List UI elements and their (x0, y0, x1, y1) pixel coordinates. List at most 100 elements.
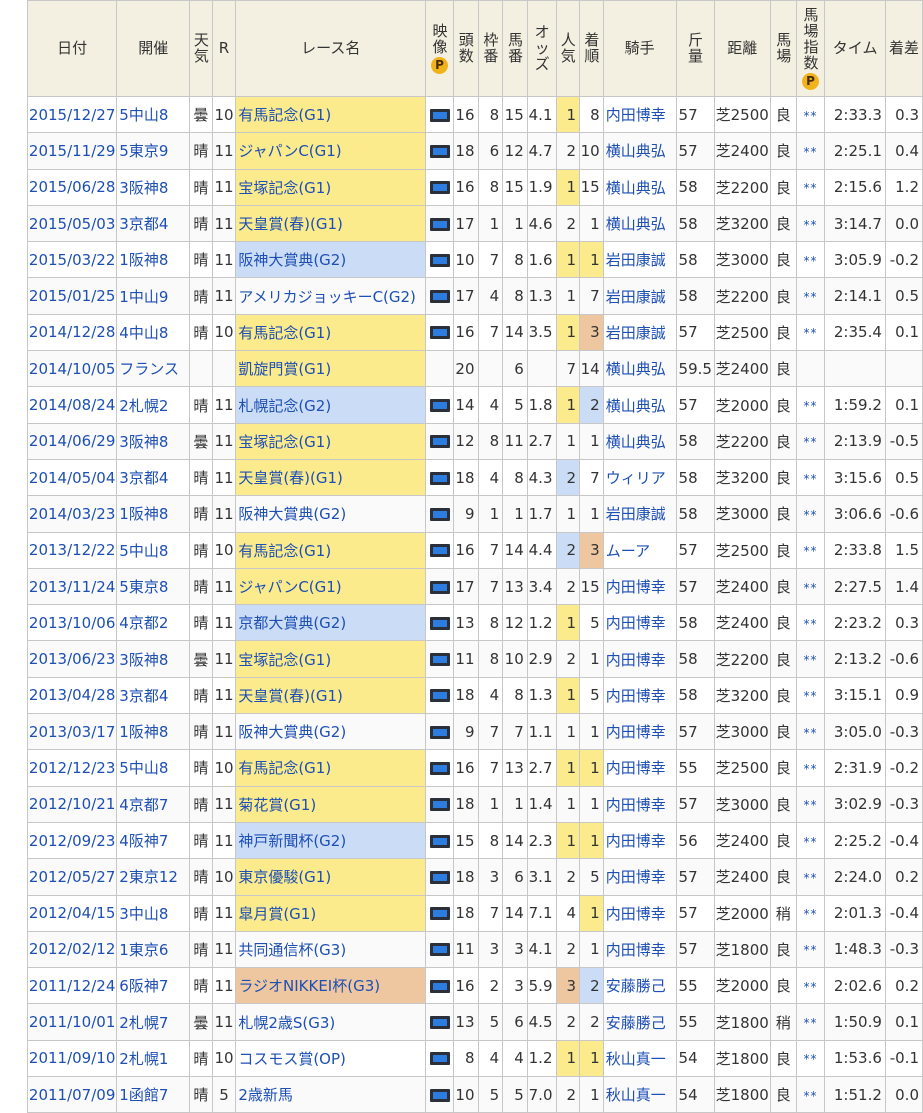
race-date-link[interactable]: 2013/04/28 (26, 676, 118, 715)
jockey-link[interactable]: 横山典弘 (602, 422, 677, 460)
jockey-link[interactable]: 岩田康誠 (602, 277, 677, 315)
race-date-link[interactable]: 2014/10/05 (26, 350, 118, 388)
venue-link[interactable]: 4京都7 (116, 785, 191, 823)
track-index-value[interactable]: ** (803, 943, 817, 957)
video-icon[interactable] (429, 326, 450, 340)
race-name-link[interactable]: 皐月賞(G1) (235, 894, 427, 932)
race-name-link[interactable]: 2歳新馬 (235, 1076, 427, 1113)
jockey-link[interactable]: ムーア (602, 531, 677, 569)
video-cell[interactable] (425, 930, 454, 969)
header-video[interactable]: 映像 P (425, 0, 454, 97)
track-index-value[interactable]: ** (803, 254, 817, 268)
track-index-value[interactable]: ** (803, 544, 817, 558)
venue-link[interactable]: 1函館7 (116, 1076, 191, 1113)
video-icon[interactable] (429, 1052, 450, 1066)
jockey-link[interactable]: 内田博幸 (602, 749, 677, 787)
jockey-link[interactable]: 内田博幸 (602, 676, 677, 715)
jockey-link[interactable]: 内田博幸 (602, 567, 677, 606)
video-icon[interactable] (429, 834, 450, 848)
video-cell[interactable] (425, 1003, 454, 1041)
race-name-link[interactable]: コスモス賞(OP) (235, 1039, 427, 1078)
race-date-link[interactable]: 2014/08/24 (26, 386, 118, 424)
video-icon[interactable] (429, 1016, 450, 1030)
track-index-value[interactable]: ** (803, 218, 817, 232)
video-cell[interactable] (425, 313, 454, 352)
jockey-link[interactable]: 内田博幸 (602, 604, 677, 642)
header-weight[interactable]: 斤量 (675, 0, 715, 97)
track-index-value[interactable]: ** (803, 980, 817, 994)
track-index-value[interactable]: ** (803, 181, 817, 195)
race-name-link[interactable]: 宝塚記念(G1) (235, 640, 427, 678)
race-date-link[interactable]: 2015/06/28 (26, 168, 118, 206)
race-date-link[interactable]: 2012/02/12 (26, 930, 118, 969)
venue-link[interactable]: フランス (116, 350, 191, 388)
track-index-value[interactable]: ** (803, 653, 817, 667)
video-cell[interactable] (425, 531, 454, 569)
header-weather[interactable]: 天気 (189, 0, 213, 97)
race-date-link[interactable]: 2013/10/06 (26, 604, 118, 642)
track-index-value[interactable]: ** (803, 1052, 817, 1066)
video-cell[interactable] (425, 422, 454, 460)
header-race-name[interactable]: レース名 (235, 0, 427, 97)
race-name-link[interactable]: アメリカジョッキーC(G2) (235, 277, 427, 315)
race-name-link[interactable]: 有馬記念(G1) (235, 313, 427, 352)
video-cell[interactable] (425, 1039, 454, 1078)
header-frame[interactable]: 枠番 (477, 0, 504, 97)
race-name-link[interactable]: 神戸新聞杯(G2) (235, 821, 427, 860)
video-cell[interactable] (425, 95, 454, 134)
venue-link[interactable]: 4京都2 (116, 604, 191, 642)
race-date-link[interactable]: 2012/05/27 (26, 858, 118, 896)
video-icon[interactable] (429, 907, 450, 921)
race-date-link[interactable]: 2015/03/22 (26, 241, 118, 279)
race-name-link[interactable]: 天皇賞(春)(G1) (235, 204, 427, 243)
track-index-value[interactable]: ** (803, 581, 817, 595)
track-index-value[interactable]: ** (803, 907, 817, 921)
race-name-link[interactable]: 阪神大賞典(G2) (235, 495, 427, 533)
race-date-link[interactable]: 2013/11/24 (26, 567, 118, 606)
jockey-link[interactable]: 横山典弘 (602, 204, 677, 243)
video-cell[interactable] (425, 749, 454, 787)
header-distance[interactable]: 距離 (713, 0, 771, 97)
track-index-value[interactable]: ** (803, 617, 817, 631)
track-index-value[interactable]: ** (803, 472, 817, 486)
race-date-link[interactable]: 2012/09/23 (26, 821, 118, 860)
video-cell[interactable] (425, 858, 454, 896)
header-horse-no[interactable]: 馬番 (502, 0, 528, 97)
venue-link[interactable]: 5中山8 (116, 95, 191, 134)
video-icon[interactable] (429, 761, 450, 775)
race-date-link[interactable]: 2011/09/10 (26, 1039, 118, 1078)
jockey-link[interactable]: 内田博幸 (602, 821, 677, 860)
venue-link[interactable]: 1中山9 (116, 277, 191, 315)
jockey-link[interactable]: 内田博幸 (602, 640, 677, 678)
video-cell[interactable] (425, 604, 454, 642)
track-index-value[interactable]: ** (803, 1016, 817, 1030)
venue-link[interactable]: 3京都4 (116, 204, 191, 243)
race-name-link[interactable]: 宝塚記念(G1) (235, 422, 427, 460)
video-cell[interactable] (425, 676, 454, 715)
race-name-link[interactable]: 菊花賞(G1) (235, 785, 427, 823)
video-cell[interactable] (425, 495, 454, 533)
video-icon[interactable] (429, 653, 450, 667)
header-finish[interactable]: 着順 (579, 0, 604, 97)
header-date[interactable]: 日付 (26, 0, 118, 97)
header-odds[interactable]: オッズ (526, 0, 557, 97)
video-icon[interactable] (429, 108, 450, 122)
header-jockey[interactable]: 騎手 (602, 0, 677, 97)
header-margin[interactable]: 着差 (884, 0, 923, 97)
race-name-link[interactable]: ジャパンC(G1) (235, 567, 427, 606)
jockey-link[interactable]: 安藤勝己 (602, 967, 677, 1005)
race-name-link[interactable]: 有馬記念(G1) (235, 749, 427, 787)
jockey-link[interactable]: 内田博幸 (602, 858, 677, 896)
race-date-link[interactable]: 2012/10/21 (26, 785, 118, 823)
race-name-link[interactable]: 共同通信杯(G3) (235, 930, 427, 969)
jockey-link[interactable]: 横山典弘 (602, 168, 677, 206)
race-date-link[interactable]: 2012/12/23 (26, 749, 118, 787)
track-index-value[interactable]: ** (803, 689, 817, 703)
video-cell[interactable] (425, 277, 454, 315)
header-runners[interactable]: 頭数 (452, 0, 479, 97)
video-icon[interactable] (429, 399, 450, 413)
race-name-link[interactable]: 宝塚記念(G1) (235, 168, 427, 206)
track-index-value[interactable]: ** (803, 508, 817, 522)
jockey-link[interactable]: 内田博幸 (602, 930, 677, 969)
race-date-link[interactable]: 2014/05/04 (26, 458, 118, 497)
